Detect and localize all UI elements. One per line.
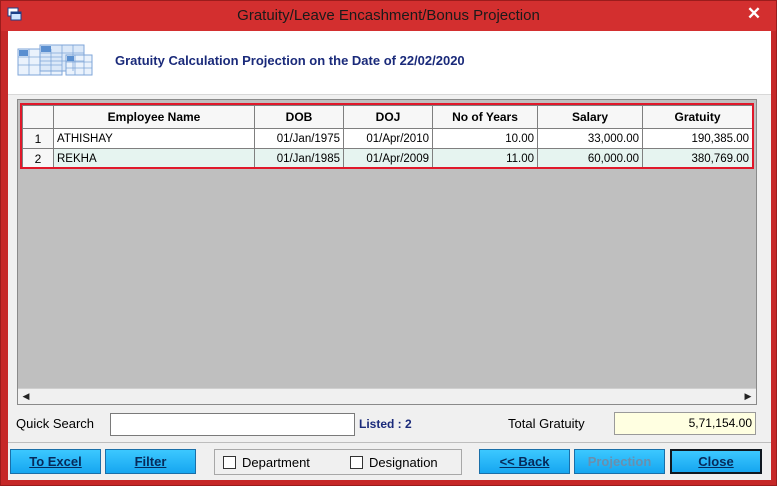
row-number[interactable]: 2 — [22, 148, 54, 169]
doj-cell[interactable]: 01/Apr/2009 — [343, 148, 433, 169]
checkbox-box[interactable] — [350, 456, 363, 469]
quick-search-label: Quick Search — [16, 416, 95, 431]
gratuity-cell[interactable]: 380,769.00 — [642, 148, 753, 169]
column-header-dob[interactable]: DOB — [254, 105, 344, 129]
table-header-row: Employee Name DOB DOJ No of Years Salary… — [22, 105, 753, 129]
scroll-right-icon[interactable]: ▶ — [740, 389, 756, 404]
column-header-doj[interactable]: DOJ — [343, 105, 433, 129]
table-row[interactable]: 1 ATHISHAY 01/Jan/1975 01/Apr/2010 10.00… — [22, 128, 753, 149]
close-button[interactable]: Close — [670, 449, 762, 474]
employee-name-cell[interactable]: ATHISHAY — [53, 128, 255, 149]
row-number[interactable]: 1 — [22, 128, 54, 149]
years-cell[interactable]: 10.00 — [432, 128, 538, 149]
column-header-employee-name[interactable]: Employee Name — [53, 105, 255, 129]
department-label: Department — [242, 455, 310, 470]
close-window-icon[interactable]: ✕ — [742, 3, 766, 25]
dob-cell[interactable]: 01/Jan/1975 — [254, 128, 344, 149]
dob-cell[interactable]: 01/Jan/1985 — [254, 148, 344, 169]
doj-cell[interactable]: 01/Apr/2010 — [343, 128, 433, 149]
employee-name-cell[interactable]: REKHA — [53, 148, 255, 169]
header-band: Gratuity Calculation Projection on the D… — [8, 31, 771, 95]
app-window: Gratuity/Leave Encashment/Bonus Projecti… — [0, 0, 777, 486]
to-excel-button[interactable]: To Excel — [10, 449, 101, 474]
filter-button[interactable]: Filter — [105, 449, 196, 474]
row-number-header — [22, 105, 54, 129]
table-row[interactable]: 2 REKHA 01/Jan/1985 01/Apr/2009 11.00 60… — [22, 148, 753, 169]
horizontal-scrollbar[interactable]: ◀ ▶ — [18, 388, 756, 404]
checkbox-box[interactable] — [223, 456, 236, 469]
column-header-no-of-years[interactable]: No of Years — [432, 105, 538, 129]
designation-label: Designation — [369, 455, 438, 470]
column-header-salary[interactable]: Salary — [537, 105, 643, 129]
filter-options-group: Department Designation — [214, 449, 462, 475]
salary-cell[interactable]: 60,000.00 — [537, 148, 643, 169]
gratuity-cell[interactable]: 190,385.00 — [642, 128, 753, 149]
quick-search-input[interactable] — [110, 413, 355, 436]
projection-button[interactable]: Projection — [574, 449, 665, 474]
total-gratuity-field: 5,71,154.00 — [614, 412, 756, 435]
data-grid[interactable]: Employee Name DOB DOJ No of Years Salary… — [17, 99, 757, 405]
dialog-body: Gratuity Calculation Projection on the D… — [8, 31, 771, 480]
back-button[interactable]: << Back — [479, 449, 570, 474]
employee-table: Employee Name DOB DOJ No of Years Salary… — [22, 105, 753, 169]
listed-count: Listed : 2 — [359, 417, 412, 431]
years-cell[interactable]: 11.00 — [432, 148, 538, 169]
total-gratuity-label: Total Gratuity — [508, 416, 585, 431]
column-header-gratuity[interactable]: Gratuity — [642, 105, 753, 129]
salary-cell[interactable]: 33,000.00 — [537, 128, 643, 149]
scroll-left-icon[interactable]: ◀ — [18, 389, 34, 404]
title-bar[interactable]: Gratuity/Leave Encashment/Bonus Projecti… — [1, 1, 776, 31]
window-title: Gratuity/Leave Encashment/Bonus Projecti… — [237, 7, 540, 24]
table-icon — [17, 44, 93, 76]
footer-divider — [8, 442, 771, 443]
scrollbar-thumb[interactable] — [35, 390, 735, 403]
department-checkbox[interactable]: Department — [223, 455, 310, 470]
designation-checkbox[interactable]: Designation — [350, 455, 438, 470]
page-title: Gratuity Calculation Projection on the D… — [115, 53, 465, 68]
